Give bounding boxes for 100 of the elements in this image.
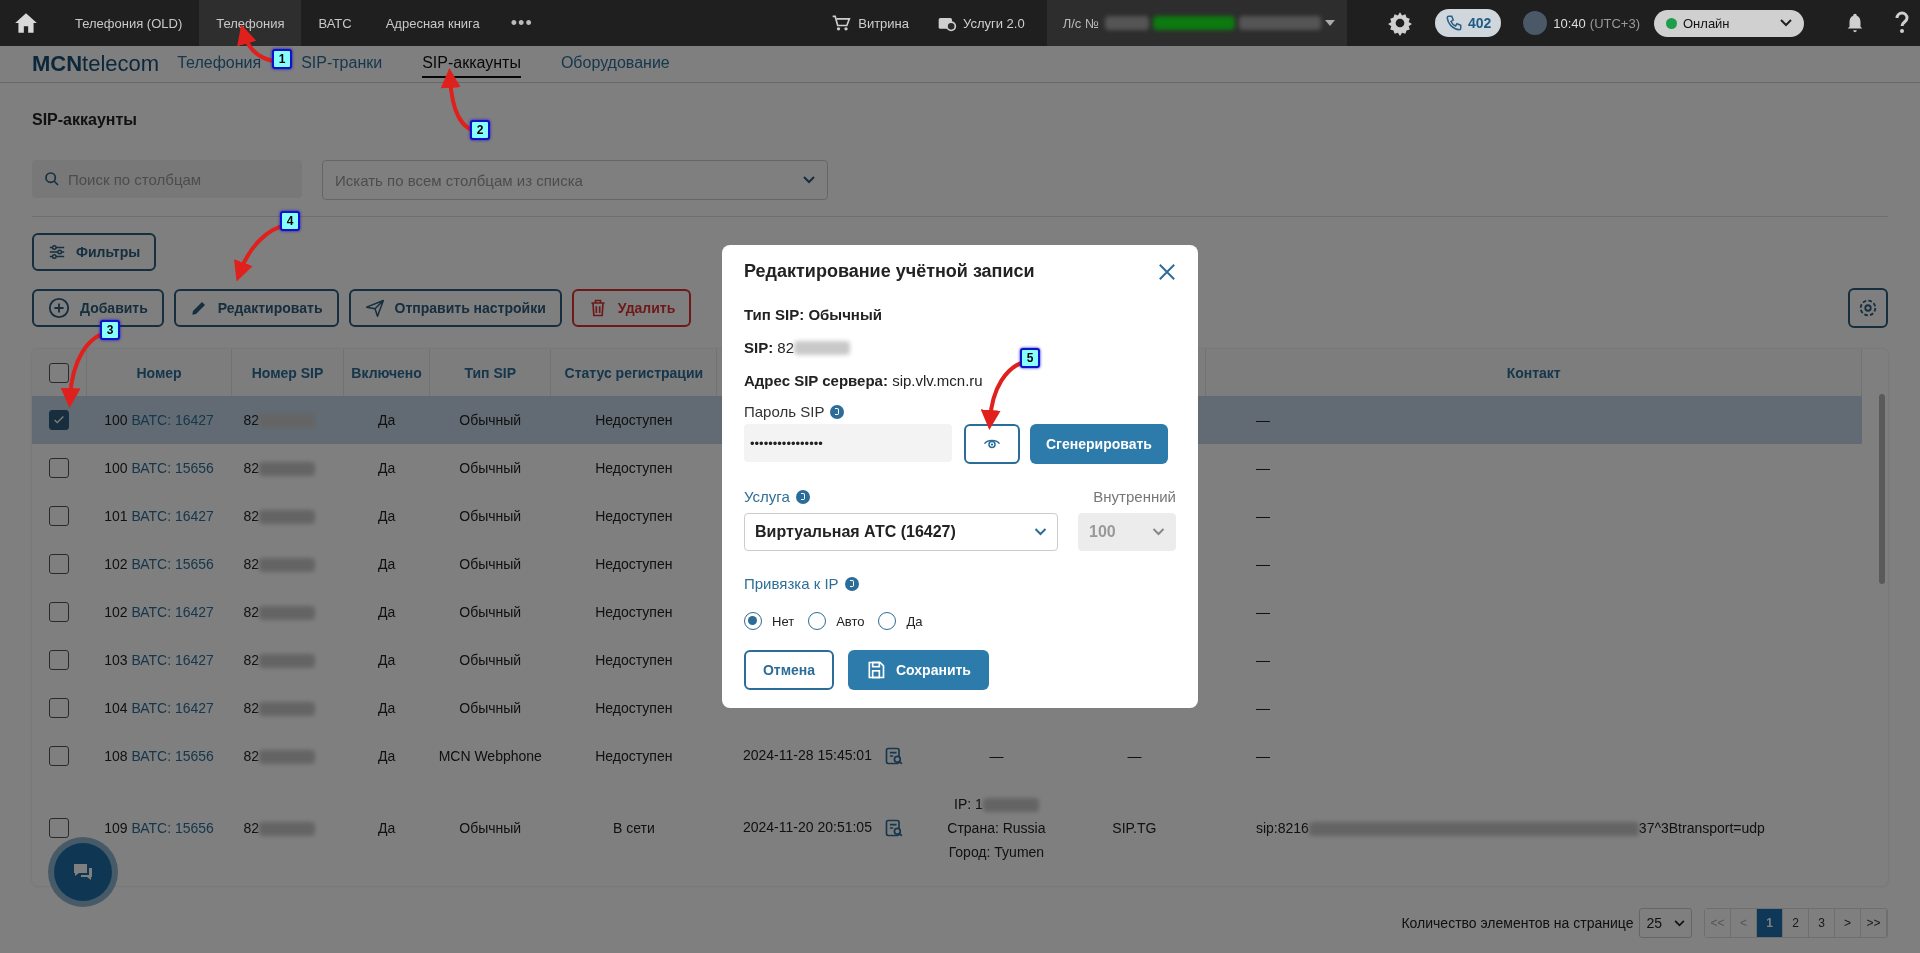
checkbox[interactable] bbox=[49, 746, 70, 766]
show-password-button[interactable] bbox=[964, 424, 1020, 464]
server-address-text: Адрес SIP сервера: sip.vlv.mcn.ru bbox=[744, 372, 984, 389]
page-title: SIP-аккаунты bbox=[32, 111, 137, 129]
top-tab[interactable]: Телефония bbox=[199, 0, 302, 46]
password-field[interactable]: •••••••••••••••• bbox=[744, 424, 952, 462]
radio-option[interactable]: Авто bbox=[808, 612, 865, 630]
pbx-link[interactable]: ВАТС: 16427 bbox=[131, 652, 214, 668]
sip-number: 82 bbox=[243, 459, 260, 476]
redacted-blur bbox=[259, 654, 316, 669]
close-icon[interactable] bbox=[1158, 262, 1176, 281]
timezone: (UTC+3) bbox=[1589, 15, 1640, 31]
table-cell: Да bbox=[343, 396, 430, 444]
table-cell: Страна: Russia bbox=[947, 820, 1046, 836]
sip-number: 82 bbox=[243, 747, 260, 764]
scrollbar-thumb[interactable] bbox=[1879, 394, 1885, 584]
delete-button[interactable]: Удалить bbox=[571, 289, 692, 327]
column-header[interactable]: Контакт bbox=[1205, 349, 1862, 396]
table-cell: — bbox=[1255, 412, 1270, 428]
table-cell: Недоступен bbox=[550, 396, 717, 444]
checkbox[interactable] bbox=[49, 458, 70, 478]
checkbox[interactable] bbox=[49, 818, 70, 838]
paper-plane-icon bbox=[364, 298, 385, 318]
pbx-link[interactable]: ВАТС: 16427 bbox=[131, 700, 214, 716]
section-link[interactable]: SIP-транки bbox=[301, 50, 383, 78]
registration-date: 2024-11-28 15:45:01 bbox=[742, 746, 872, 763]
table-settings-button[interactable] bbox=[1848, 288, 1888, 328]
cancel-button[interactable]: Отмена bbox=[744, 650, 834, 690]
service-select[interactable]: Виртуальная АТС (16427) bbox=[744, 513, 1058, 551]
table-cell: SIP.TG bbox=[1112, 820, 1157, 836]
table-cell-text: Да bbox=[376, 651, 397, 670]
document-search-icon[interactable] bbox=[883, 818, 904, 838]
calls-pill[interactable]: 402 bbox=[1434, 9, 1502, 37]
pbx-link[interactable]: ВАТС: 16427 bbox=[131, 604, 214, 620]
column-header[interactable]: Номер SIP bbox=[231, 349, 344, 396]
checkbox[interactable] bbox=[49, 362, 69, 383]
pencil-icon bbox=[189, 299, 208, 317]
filters-button[interactable]: Фильтры bbox=[32, 233, 157, 271]
generate-button[interactable]: Сгенерировать bbox=[1030, 424, 1168, 464]
page-button[interactable]: 1 bbox=[1757, 909, 1783, 937]
status-dropdown[interactable]: Онлайн bbox=[1654, 9, 1804, 37]
help-icon[interactable] bbox=[795, 489, 810, 504]
extension-number: 102 bbox=[104, 556, 128, 572]
sip-number: 82 bbox=[243, 555, 260, 572]
step-number-badge: 4 bbox=[280, 211, 300, 231]
checkbox[interactable] bbox=[49, 506, 70, 526]
column-header[interactable]: Номер bbox=[86, 349, 232, 396]
pbx-link[interactable]: ВАТС: 15656 bbox=[131, 820, 214, 836]
send-button[interactable]: Отправить настройки bbox=[348, 289, 562, 327]
contact-uri: sip:8216 bbox=[1255, 819, 1309, 836]
pbx-link[interactable]: ВАТС: 15656 bbox=[131, 556, 214, 572]
save-button[interactable]: Сохранить bbox=[848, 650, 989, 690]
column-header[interactable]: Статус регистрации bbox=[550, 349, 717, 396]
avatar[interactable] bbox=[1523, 11, 1548, 35]
checkbox[interactable] bbox=[49, 554, 70, 574]
section-link[interactable]: SIP-аккаунты bbox=[422, 50, 521, 78]
section-link[interactable]: Телефония bbox=[177, 50, 262, 78]
table-cell: Да bbox=[343, 444, 430, 492]
settings-icon[interactable] bbox=[1386, 10, 1413, 36]
table-cell-text: Да bbox=[376, 507, 397, 526]
radio-option[interactable]: Да bbox=[878, 612, 923, 630]
services-link[interactable]: Услуги 2.0 bbox=[923, 0, 1039, 46]
checkbox[interactable] bbox=[49, 410, 70, 430]
redacted-blur bbox=[259, 702, 316, 717]
top-tab[interactable]: Телефония (OLD) bbox=[58, 0, 200, 46]
clock-time: 10:40 bbox=[1553, 15, 1586, 31]
table-cell: — bbox=[1255, 460, 1270, 476]
pbx-link[interactable]: ВАТС: 15656 bbox=[131, 460, 214, 476]
checkbox[interactable] bbox=[49, 698, 70, 718]
more-button[interactable]: ••• bbox=[504, 11, 539, 35]
column-header[interactable]: Включено bbox=[343, 349, 430, 396]
checkbox[interactable] bbox=[49, 602, 70, 622]
radio-option[interactable]: Нет bbox=[744, 612, 795, 630]
help-icon[interactable] bbox=[844, 576, 859, 591]
account-selector[interactable]: Л/с № bbox=[1046, 0, 1347, 46]
table-cell-text: Недоступен bbox=[594, 747, 674, 766]
logo[interactable]: MCNtelecom bbox=[32, 51, 160, 77]
help-icon[interactable] bbox=[1894, 11, 1910, 35]
pbx-link[interactable]: ВАТС: 16427 bbox=[131, 412, 214, 428]
sip-number: 82 bbox=[243, 603, 260, 620]
internal-label: Внутренний bbox=[1093, 488, 1176, 505]
top-tab[interactable]: ВАТС bbox=[301, 0, 369, 46]
document-search-icon[interactable] bbox=[883, 746, 904, 766]
top-tab[interactable]: Адресная книга bbox=[368, 0, 497, 46]
shop-link[interactable]: Витрина bbox=[816, 0, 923, 46]
table-cell: Город: Tyumen bbox=[948, 844, 1045, 860]
edit-button[interactable]: Редактировать bbox=[173, 289, 339, 327]
step-number-badge: 2 bbox=[470, 120, 490, 140]
section-link[interactable]: Оборудование bbox=[560, 50, 670, 78]
table-cell-text: Обычный bbox=[458, 651, 523, 670]
column-header[interactable]: Тип SIP bbox=[429, 349, 551, 396]
extension-number: 100 bbox=[104, 460, 128, 476]
caret-icon bbox=[1324, 20, 1335, 26]
checkbox[interactable] bbox=[49, 650, 70, 670]
help-icon[interactable] bbox=[830, 404, 845, 419]
pbx-link[interactable]: ВАТС: 15656 bbox=[131, 748, 214, 764]
table-cell-text: Да bbox=[376, 603, 397, 622]
table-cell: — bbox=[989, 748, 1004, 764]
pbx-link[interactable]: ВАТС: 16427 bbox=[131, 508, 214, 524]
page-size-select[interactable]: 25 bbox=[1639, 908, 1692, 938]
